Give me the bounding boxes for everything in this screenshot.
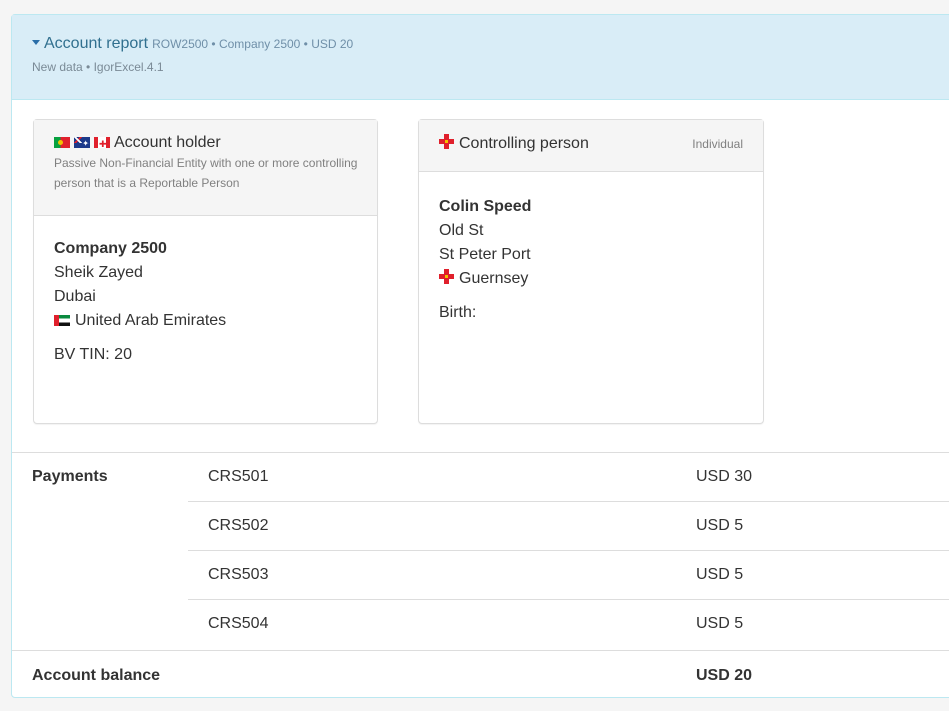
payment-amount: USD 5: [696, 517, 744, 534]
portugal-flag-icon: [54, 137, 70, 149]
account-holder-card: Account holder Passive Non-Financial Ent…: [33, 119, 378, 424]
account-balance-row: Account balance USD 20: [12, 650, 949, 699]
payment-amount: USD 5: [696, 615, 744, 632]
table-row: CRS503 USD 5: [12, 551, 949, 600]
report-title-row[interactable]: Account report ROW2500 • Company 2500 • …: [32, 35, 949, 53]
account-holder-heading: Account holder: [114, 134, 221, 151]
table-row: Payments CRS501 USD 30: [12, 453, 949, 502]
uae-flag-icon: [54, 315, 70, 326]
payment-code: CRS503: [208, 566, 269, 583]
controlling-person-type: Individual: [692, 137, 743, 151]
controlling-person-card: Controlling person Individual Colin Spee…: [418, 119, 764, 424]
payment-code: CRS501: [208, 468, 269, 485]
account-report-panel: Account report ROW2500 • Company 2500 • …: [11, 14, 949, 698]
account-balance-label: Account balance: [32, 667, 161, 684]
account-holder-header: Account holder Passive Non-Financial Ent…: [34, 120, 377, 216]
holder-country-name: United Arab Emirates: [75, 312, 227, 329]
holder-country: United Arab Emirates: [54, 309, 377, 333]
holder-name: Company 2500: [54, 240, 167, 257]
report-subtitle: ROW2500 • Company 2500 • USD 20: [152, 37, 354, 51]
payments-table: Payments CRS501 USD 30 CRS502 USD 5 CRS5…: [12, 452, 949, 649]
controlling-person-heading: Controlling person: [459, 135, 589, 152]
holder-street: Sheik Zayed: [54, 264, 143, 281]
caret-down-icon[interactable]: [32, 40, 40, 45]
payment-code: CRS504: [208, 615, 269, 632]
table-row: CRS504 USD 5: [12, 600, 949, 649]
payment-code: CRS502: [208, 517, 269, 534]
australia-flag-icon: [74, 137, 90, 149]
controller-street: Old St: [439, 222, 484, 239]
controller-country: Guernsey: [439, 267, 763, 291]
holder-city: Dubai: [54, 288, 96, 305]
table-row: CRS502 USD 5: [12, 502, 949, 551]
residence-flags: [54, 137, 110, 149]
controlling-person-body: Colin Speed Old St St Peter Port Guernse…: [419, 172, 763, 325]
canada-flag-icon: [94, 137, 110, 149]
payment-amount: USD 5: [696, 566, 744, 583]
holder-tin: BV TIN: 20: [54, 346, 132, 363]
payment-amount: USD 30: [696, 468, 753, 485]
account-balance-amount: USD 20: [696, 667, 753, 684]
account-holder-body: Company 2500 Sheik Zayed Dubai United Ar…: [34, 216, 377, 367]
controller-country-name: Guernsey: [459, 270, 529, 287]
controller-birth: Birth:: [439, 304, 477, 321]
report-meta: New data • IgorExcel.4.1: [32, 60, 164, 74]
controller-name: Colin Speed: [439, 198, 532, 215]
payments-label: Payments: [32, 468, 108, 485]
controlling-person-header: Controlling person Individual: [419, 120, 763, 172]
report-title[interactable]: Account report: [44, 35, 148, 53]
guernsey-flag-icon: [439, 269, 454, 284]
guernsey-flag-icon: [439, 134, 454, 149]
controller-city: St Peter Port: [439, 246, 531, 263]
report-heading[interactable]: Account report ROW2500 • Company 2500 • …: [12, 15, 949, 100]
account-holder-description: Passive Non-Financial Entity with one or…: [54, 156, 358, 190]
